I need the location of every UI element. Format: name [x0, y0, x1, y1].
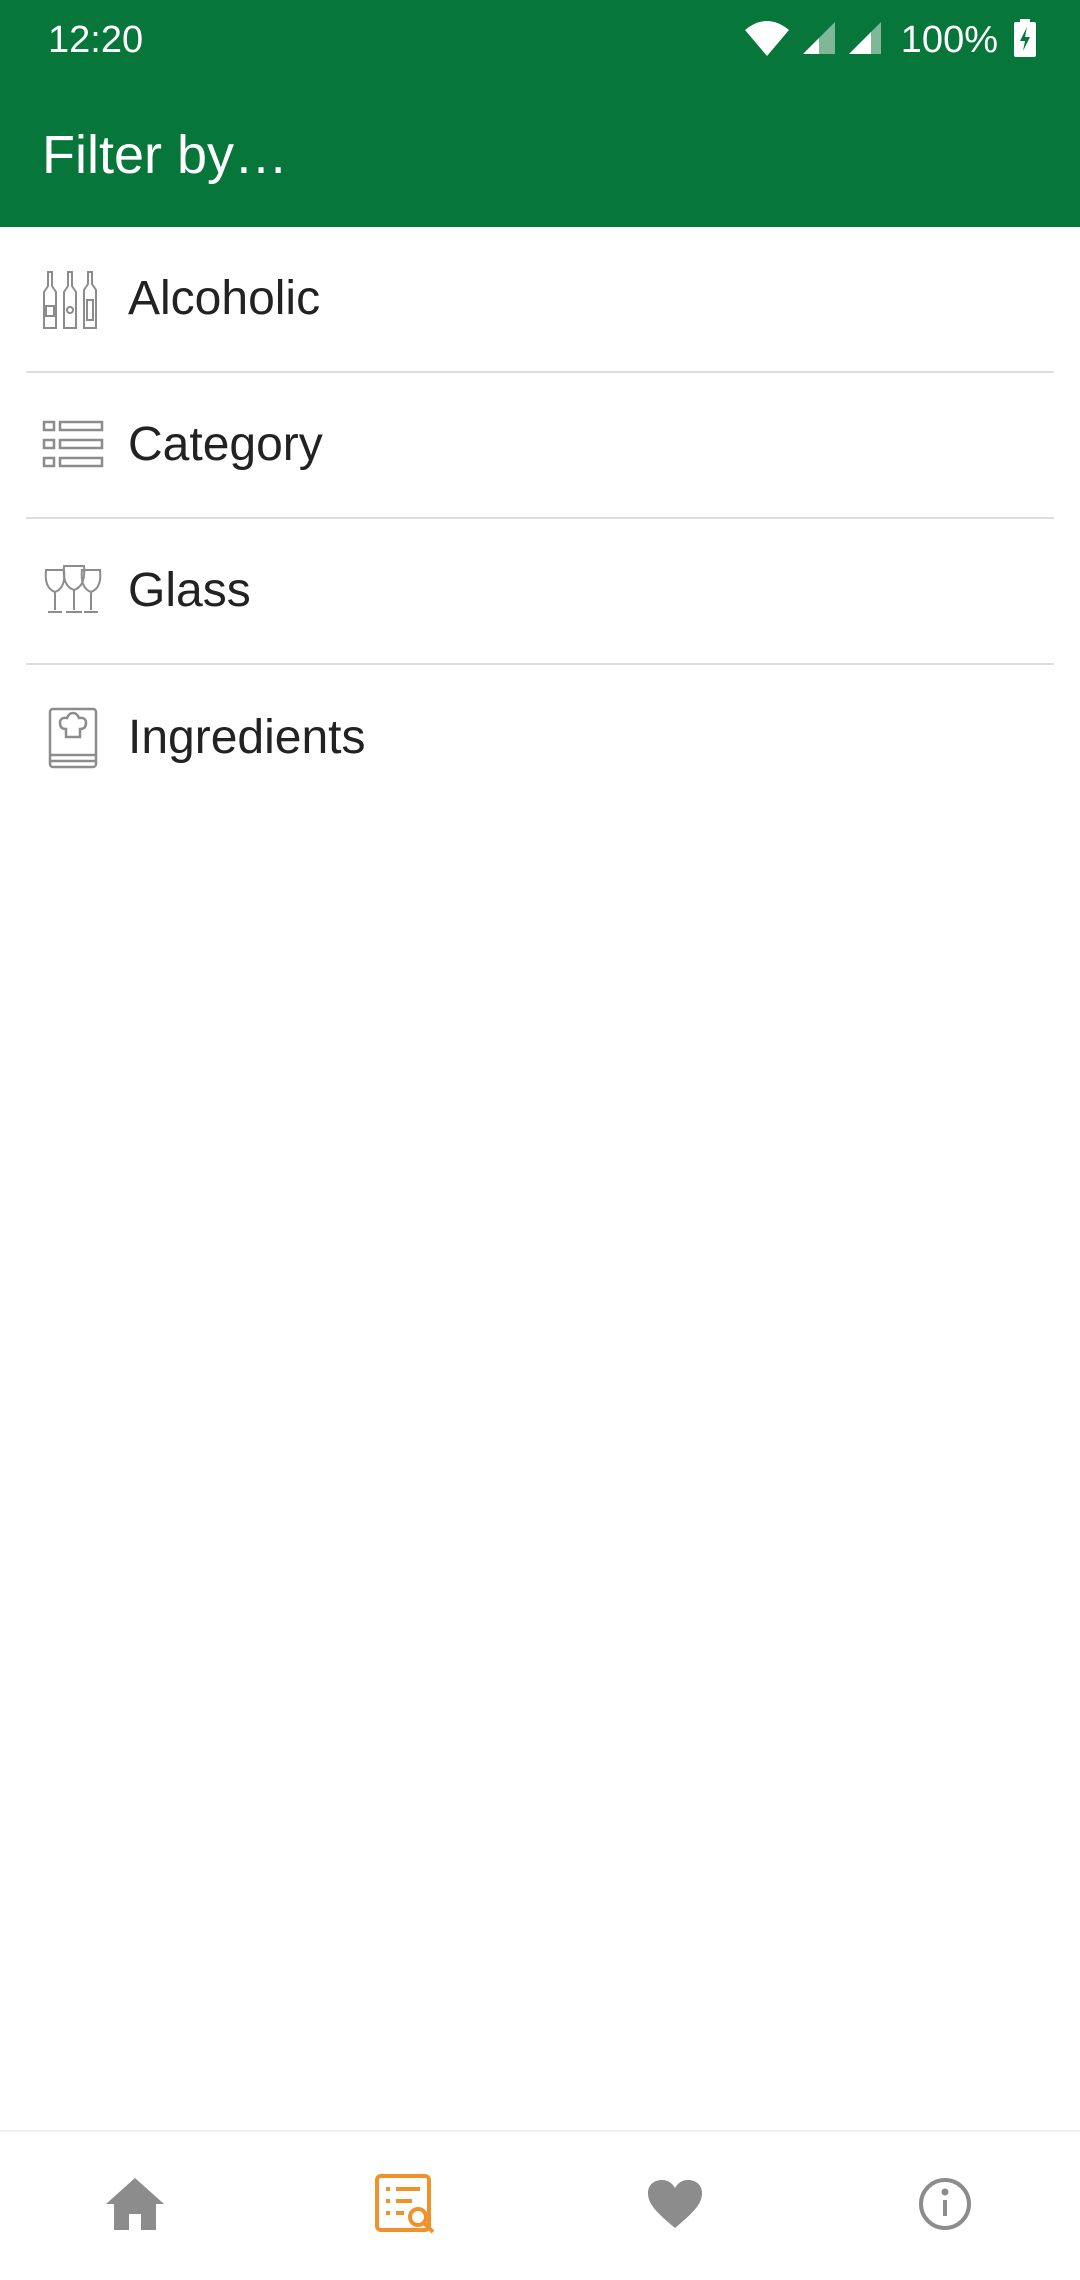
recipe-book-icon — [42, 707, 104, 769]
battery-charging-icon — [1014, 18, 1036, 62]
heart-icon — [646, 2178, 704, 2235]
filter-label: Ingredients — [128, 711, 366, 764]
nav-favorites[interactable] — [540, 2132, 810, 2280]
filter-label: Glass — [128, 564, 251, 617]
screen: 12:20 100% Filter by… Alcoholic Category… — [0, 0, 1080, 2280]
status-time: 12:20 — [48, 19, 144, 61]
page-title: Filter by… — [42, 125, 289, 185]
wifi-icon — [743, 18, 791, 63]
filter-label: Category — [128, 418, 323, 471]
status-bar: 12:20 100% — [0, 0, 1080, 80]
filter-item-glass[interactable]: Glass — [26, 519, 1054, 665]
signal-icon — [847, 20, 883, 61]
glasses-icon — [42, 560, 104, 622]
nav-home[interactable] — [0, 2132, 270, 2280]
filter-item-alcoholic[interactable]: Alcoholic — [26, 227, 1054, 373]
nav-info[interactable] — [810, 2132, 1080, 2280]
filter-item-category[interactable]: Category — [26, 373, 1054, 519]
filter-item-ingredients[interactable]: Ingredients — [26, 665, 1054, 811]
home-icon — [104, 2176, 166, 2237]
status-icons: 100% — [743, 16, 1036, 64]
nav-filter[interactable] — [270, 2132, 540, 2280]
search-list-icon — [374, 2173, 436, 2240]
app-bar: Filter by… — [0, 80, 1080, 227]
battery-percent: 100% — [900, 19, 998, 61]
list-icon — [42, 414, 104, 476]
bottom-nav — [0, 2130, 1080, 2280]
signal-icon — [801, 20, 837, 61]
bottles-icon — [42, 268, 104, 330]
info-icon — [917, 2176, 973, 2237]
filter-list: Alcoholic Category Glass Ingredients — [0, 227, 1080, 811]
filter-label: Alcoholic — [128, 272, 321, 325]
